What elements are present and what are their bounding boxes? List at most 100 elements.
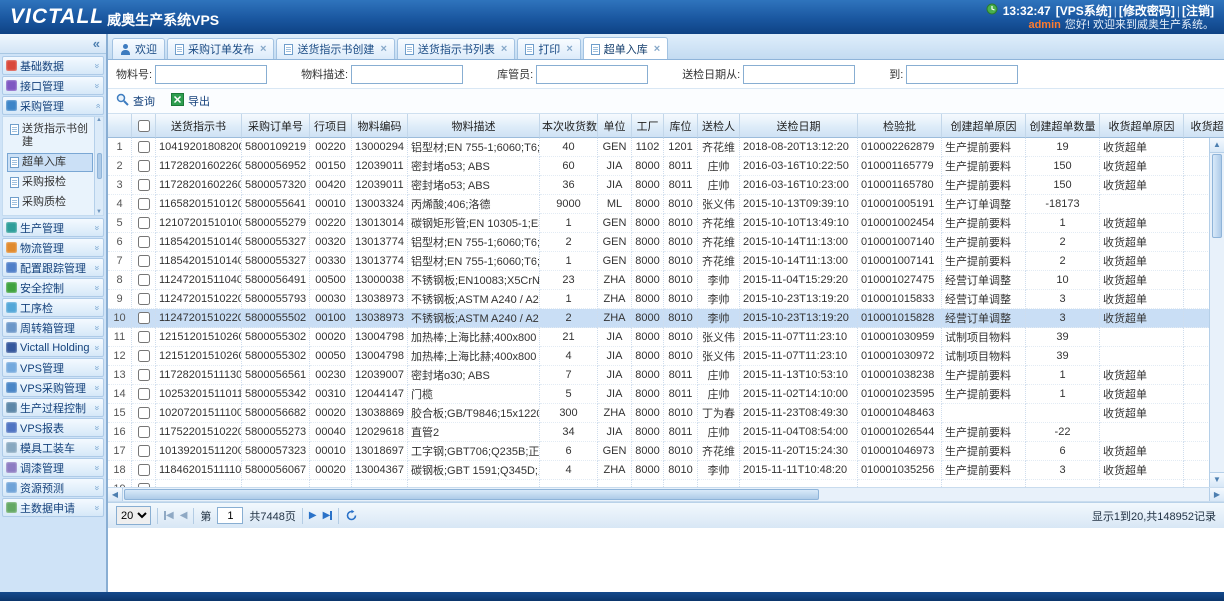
row-checkbox[interactable]: [138, 350, 150, 362]
column-header[interactable]: 收货超单原因: [1100, 114, 1184, 138]
sidebar-item[interactable]: VPS采购管理»: [2, 378, 104, 397]
row-checkbox[interactable]: [138, 331, 150, 343]
first-page-button[interactable]: ◀: [164, 510, 174, 521]
sidebar-item[interactable]: 安全控制»: [2, 278, 104, 297]
column-header[interactable]: 送货指示书: [156, 114, 242, 138]
row-checkbox[interactable]: [138, 293, 150, 305]
export-button[interactable]: 导出: [171, 93, 210, 109]
query-button[interactable]: 查询: [116, 93, 155, 109]
row-checkbox[interactable]: [138, 407, 150, 419]
last-page-button[interactable]: ▶: [323, 510, 333, 521]
scroll-up-icon[interactable]: ▲: [1210, 138, 1224, 153]
table-row[interactable]: 21172820160226058000569520015012039011密封…: [108, 157, 1224, 176]
row-checkbox[interactable]: [138, 255, 150, 267]
table-row[interactable]: 61185420151014058000553270032013013774铝型…: [108, 233, 1224, 252]
refresh-button[interactable]: [345, 509, 358, 522]
table-row[interactable]: 121215120151026058000553020005013004798加…: [108, 347, 1224, 366]
column-header[interactable]: 创建超单数量: [1026, 114, 1100, 138]
sidebar-item[interactable]: Victall Holding»: [2, 338, 104, 357]
close-icon[interactable]: ×: [501, 43, 507, 55]
row-checkbox[interactable]: [138, 217, 150, 229]
sidebar-item[interactable]: VPS报表»: [2, 418, 104, 437]
tab-over-order-inbound[interactable]: 超单入库×: [583, 37, 668, 59]
row-checkbox[interactable]: [138, 160, 150, 172]
column-header[interactable]: 物料编码: [352, 114, 408, 138]
column-header[interactable]: 库位: [664, 114, 698, 138]
inspect-date-to-input[interactable]: [906, 65, 1018, 84]
sidebar-item[interactable]: 调漆管理»: [2, 458, 104, 477]
table-row[interactable]: 111215120151026058000553020002013004798加…: [108, 328, 1224, 347]
vertical-scroll-thumb[interactable]: [1212, 154, 1222, 238]
row-checkbox[interactable]: [138, 312, 150, 324]
prev-page-button[interactable]: ◀: [180, 510, 188, 521]
material-no-input[interactable]: [155, 65, 267, 84]
column-header[interactable]: 送检日期: [740, 114, 858, 138]
tab-welcome[interactable]: 欢迎: [112, 38, 165, 59]
column-header[interactable]: 单位: [598, 114, 632, 138]
sidebar-subitem[interactable]: 送货指示书创建: [7, 120, 93, 152]
row-checkbox[interactable]: [138, 445, 150, 457]
sidebar-item[interactable]: 模具工装车»: [2, 438, 104, 457]
scroll-left-icon[interactable]: ◀: [108, 488, 123, 501]
page-number-input[interactable]: [217, 507, 243, 524]
horizontal-scrollbar[interactable]: ◀ ▶: [108, 488, 1224, 502]
sidebar-subitem[interactable]: 超单入库: [7, 153, 93, 172]
row-checkbox[interactable]: [138, 198, 150, 210]
sidebar-collapse-button[interactable]: «: [0, 34, 106, 54]
table-row[interactable]: 41165820151012058000556410001013003324丙烯…: [108, 195, 1224, 214]
header-link[interactable]: [修改密码]: [1119, 4, 1175, 18]
sidebar-item[interactable]: 物流管理»: [2, 238, 104, 257]
horizontal-scroll-thumb[interactable]: [124, 489, 819, 500]
sidebar-subitem[interactable]: 采购报检: [7, 173, 93, 192]
sidebar-item[interactable]: 主数据申请»: [2, 498, 104, 517]
column-header[interactable]: 物料描述: [408, 114, 540, 138]
tab-delivery-note-create[interactable]: 送货指示书创建×: [276, 38, 394, 59]
sidebar-item[interactable]: 基础数据»: [2, 56, 104, 75]
table-row[interactable]: 11041920180820058001092190022013000294铝型…: [108, 138, 1224, 157]
sidebar-item[interactable]: 工序检»: [2, 298, 104, 317]
tab-print[interactable]: 打印×: [517, 38, 580, 59]
close-icon[interactable]: ×: [566, 43, 572, 55]
row-checkbox[interactable]: [138, 141, 150, 153]
warehouse-keeper-input[interactable]: [536, 65, 648, 84]
row-checkbox[interactable]: [138, 426, 150, 438]
table-row[interactable]: 91124720151022058000557930003013038973不锈…: [108, 290, 1224, 309]
sidebar-subitem[interactable]: 采购质检: [7, 193, 93, 212]
table-row[interactable]: 51210720151010058000552790022013013014碳钢…: [108, 214, 1224, 233]
column-header[interactable]: 行项目: [310, 114, 352, 138]
row-checkbox[interactable]: [138, 464, 150, 476]
row-checkbox[interactable]: [138, 274, 150, 286]
sidebar-item[interactable]: 配置跟踪管理»: [2, 258, 104, 277]
vertical-scrollbar[interactable]: ▲ ▼: [1209, 138, 1224, 487]
tab-purchase-order-publish[interactable]: 采购订单发布×: [167, 38, 274, 59]
select-all-checkbox[interactable]: [138, 120, 150, 132]
next-page-button[interactable]: ▶: [309, 510, 317, 521]
table-row[interactable]: 181184620151111058000560670002013004367碳…: [108, 461, 1224, 480]
sidebar-item[interactable]: 生产过程控制»: [2, 398, 104, 417]
row-checkbox[interactable]: [138, 179, 150, 191]
row-checkbox[interactable]: [138, 388, 150, 400]
column-header[interactable]: 本次收货数: [540, 114, 598, 138]
sidebar-item[interactable]: 采购管理»: [2, 96, 104, 115]
table-row[interactable]: 81124720151104058000564910050013000038不锈…: [108, 271, 1224, 290]
table-row-partial[interactable]: 19: [108, 480, 1224, 488]
close-icon[interactable]: ×: [380, 43, 386, 55]
column-header[interactable]: 送检人: [698, 114, 740, 138]
inspect-date-from-input[interactable]: [743, 65, 855, 84]
table-row[interactable]: 151020720151110058000566820002013038869胶…: [108, 404, 1224, 423]
row-checkbox[interactable]: [138, 369, 150, 381]
close-icon[interactable]: ×: [260, 43, 266, 55]
scroll-down-icon[interactable]: ▼: [1210, 472, 1224, 487]
material-desc-input[interactable]: [351, 65, 463, 84]
table-row[interactable]: 71185420151014058000553270033013013774铝型…: [108, 252, 1224, 271]
column-header[interactable]: 创建超单原因: [942, 114, 1026, 138]
column-header[interactable]: 采购订单号: [242, 114, 310, 138]
page-size-select[interactable]: 20: [116, 506, 151, 525]
sidebar-item[interactable]: VPS管理»: [2, 358, 104, 377]
column-header[interactable]: 收货超单数量: [1184, 114, 1224, 138]
close-icon[interactable]: ×: [654, 43, 660, 55]
tab-delivery-note-list[interactable]: 送货指示书列表×: [397, 38, 515, 59]
table-row[interactable]: 101124720151022058000555020010013038973不…: [108, 309, 1224, 328]
sidebar-item[interactable]: 周转箱管理»: [2, 318, 104, 337]
table-row[interactable]: 31172820160226058000573200042012039011密封…: [108, 176, 1224, 195]
